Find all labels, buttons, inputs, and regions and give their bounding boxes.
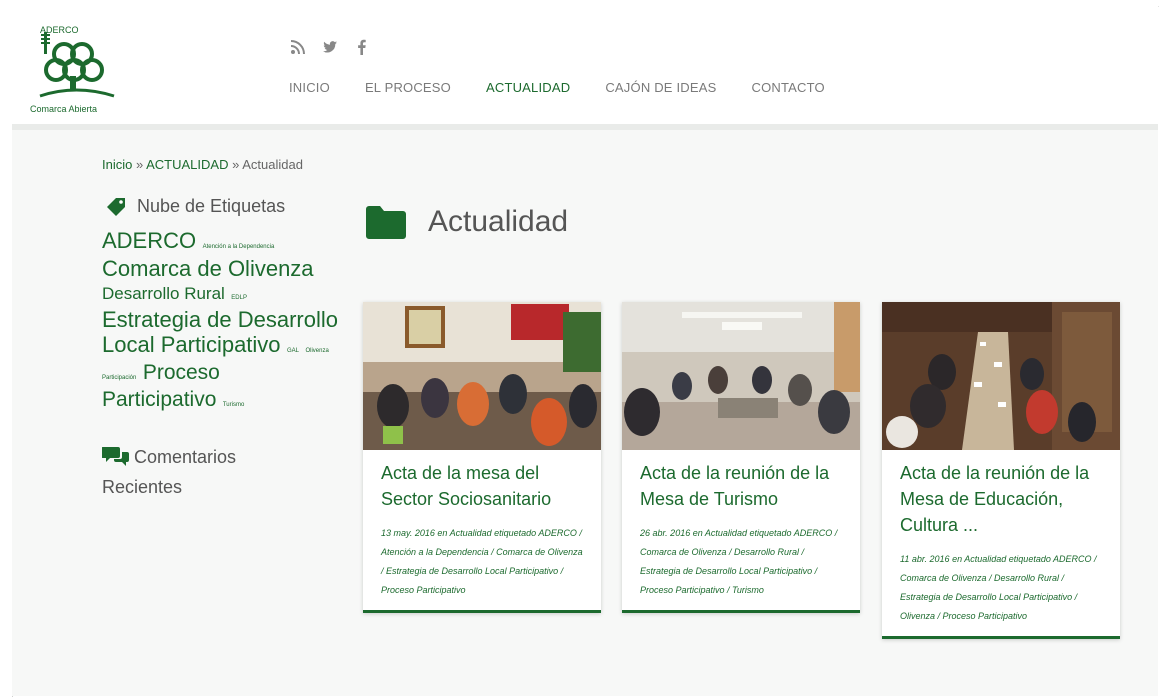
twitter-icon[interactable]	[322, 39, 338, 55]
breadcrumb-current: Actualidad	[242, 157, 303, 172]
tag-link[interactable]: Estrategia de Desarrollo Local Participa…	[102, 307, 338, 357]
post-category[interactable]: Actualidad	[964, 554, 1006, 564]
post-thumbnail[interactable]	[622, 302, 860, 450]
post-in-label: en	[952, 554, 963, 564]
site-header	[12, 6, 1158, 124]
post-meta: 26 abr. 2016 en Actualidad etiquetado AD…	[640, 524, 842, 600]
post-card[interactable]: Acta de la reunión de la Mesa de Turismo…	[622, 302, 860, 613]
facebook-icon[interactable]	[354, 39, 370, 55]
breadcrumb: Inicio » ACTUALIDAD » Actualidad	[102, 157, 303, 172]
post-category[interactable]: Actualidad	[450, 528, 492, 538]
nav-item-cajon-de-ideas[interactable]: CAJÓN DE IDEAS	[605, 80, 716, 95]
post-thumbnail[interactable]	[363, 302, 601, 450]
post-date: 11 abr. 2016	[900, 554, 950, 564]
nav-item-inicio[interactable]: INICIO	[289, 80, 330, 95]
tag-link[interactable]: Desarrollo Rural	[102, 284, 225, 303]
logo-tree-icon	[39, 32, 115, 98]
post-title[interactable]: Acta de la reunión de la Mesa de Educaci…	[900, 460, 1102, 538]
post-tags[interactable]: ADERCO / Comarca de Olivenza / Desarroll…	[640, 528, 837, 595]
post-date: 26 abr. 2016	[640, 528, 691, 538]
tag-link[interactable]: ADERCO	[102, 228, 196, 253]
nav-item-el-proceso[interactable]: EL PROCESO	[365, 80, 451, 95]
post-meta: 13 may. 2016 en Actualidad etiquetado AD…	[381, 524, 583, 600]
post-in-label: en	[692, 528, 703, 538]
folder-icon	[366, 206, 406, 239]
main-nav: INICIO EL PROCESO ACTUALIDAD CAJÓN DE ID…	[289, 80, 860, 95]
comments-icon	[102, 447, 129, 466]
breadcrumb-home[interactable]: Inicio	[102, 157, 132, 172]
tag-link[interactable]: Comarca de Olivenza	[102, 256, 314, 281]
post-tagged-label: etiquetado	[1008, 554, 1051, 564]
site-logo[interactable]: ADERCO Comarca Abierta	[30, 22, 122, 118]
nav-item-contacto[interactable]: CONTACTO	[752, 80, 825, 95]
post-title[interactable]: Acta de la mesa del Sector Sociosanitari…	[381, 460, 583, 512]
tag-link[interactable]: Proceso Participativo	[102, 361, 220, 411]
tag-link[interactable]: Atención a la Dependencia	[203, 244, 275, 250]
post-tagged-label: etiquetado	[494, 528, 537, 538]
post-title[interactable]: Acta de la reunión de la Mesa de Turismo	[640, 460, 842, 512]
post-tags[interactable]: ADERCO / Atención a la Dependencia / Com…	[381, 528, 583, 595]
post-category[interactable]: Actualidad	[705, 528, 747, 538]
post-date: 13 may. 2016	[381, 528, 435, 538]
tag-cloud-title: Nube de Etiquetas	[137, 196, 286, 216]
breadcrumb-separator: »	[228, 157, 243, 172]
logo-tagline: Comarca Abierta	[30, 104, 98, 114]
rss-icon[interactable]	[290, 39, 306, 55]
tag-cloud-heading: Nube de Etiquetas	[105, 196, 285, 217]
tag-link[interactable]: Olivenza	[305, 348, 328, 354]
tag-link[interactable]: GAL	[287, 348, 299, 354]
breadcrumb-separator: »	[132, 157, 147, 172]
tag-link[interactable]: Turismo	[223, 402, 244, 408]
page-heading: Actualidad	[428, 205, 569, 238]
social-links	[290, 39, 370, 55]
post-thumbnail[interactable]	[882, 302, 1120, 450]
post-meta: 11 abr. 2016 en Actualidad etiquetado AD…	[900, 550, 1102, 626]
tag-icon	[107, 197, 125, 216]
tag-cloud: ADERCO Atención a la Dependencia Comarca…	[102, 230, 342, 416]
post-tags[interactable]: ADERCO / Comarca de Olivenza / Desarroll…	[900, 554, 1097, 621]
tag-link[interactable]: EDLP	[231, 295, 247, 301]
nav-item-actualidad[interactable]: ACTUALIDAD	[486, 80, 570, 95]
page-title: Actualidad	[366, 205, 568, 239]
tag-link[interactable]: Participación	[102, 375, 136, 381]
post-in-label: en	[437, 528, 448, 538]
post-card[interactable]: Acta de la mesa del Sector Sociosanitari…	[363, 302, 601, 613]
breadcrumb-section[interactable]: ACTUALIDAD	[146, 157, 228, 172]
post-card[interactable]: Acta de la reunión de la Mesa de Educaci…	[882, 302, 1120, 639]
recent-comments-heading: Comentarios Recientes	[102, 442, 302, 502]
post-tagged-label: etiquetado	[749, 528, 792, 538]
